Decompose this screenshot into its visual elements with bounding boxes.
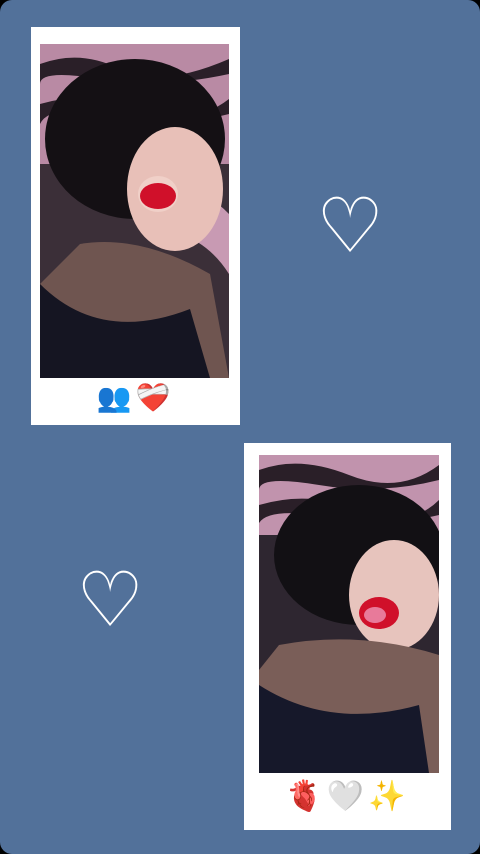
selfie-photo-top xyxy=(40,44,229,378)
polaroid-frame-top: 👥❤️‍🩹 xyxy=(31,27,240,425)
emoji-caption-bottom: 🫀🤍✨ xyxy=(285,779,410,814)
polaroid-frame-bottom: 🫀🤍✨ xyxy=(244,443,451,830)
selfie-photo-bottom xyxy=(259,455,439,773)
heart-outline-icon: ♡ xyxy=(316,181,385,270)
emoji-caption-top: 👥❤️‍🩹 xyxy=(96,381,175,414)
story-canvas: 👥❤️‍🩹 ♡ 🫀🤍✨ xyxy=(0,0,480,854)
heart-outline-icon: ♡ xyxy=(76,555,145,644)
